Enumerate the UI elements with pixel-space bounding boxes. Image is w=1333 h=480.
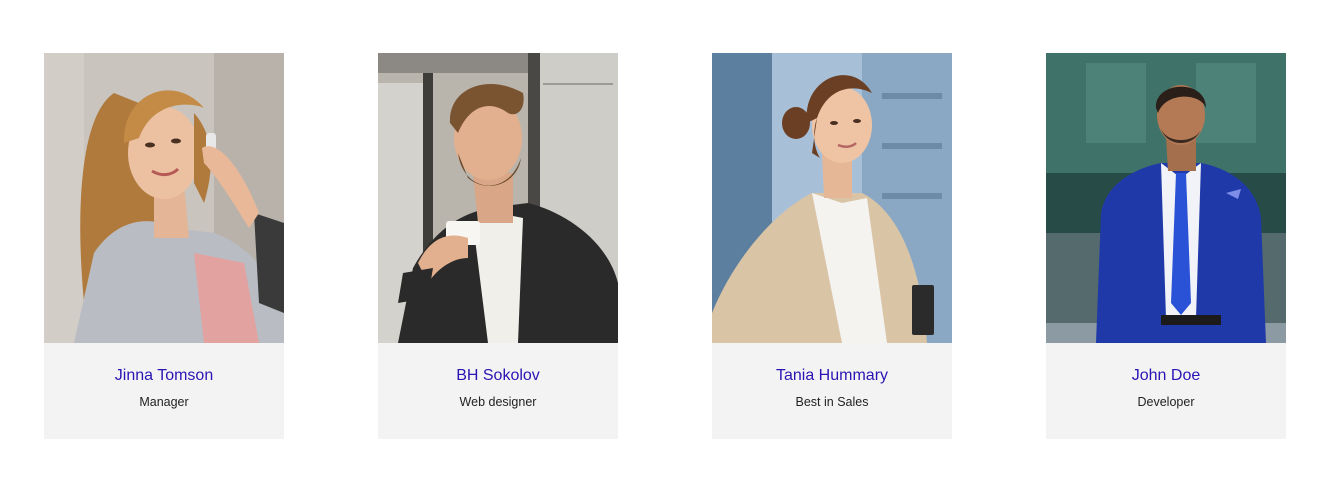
team-grid: Jinna Tomson Manager BH Sokolov Web desi… — [0, 0, 1333, 480]
member-info: Jinna Tomson Manager — [44, 343, 284, 439]
member-info: John Doe Developer — [1046, 343, 1286, 439]
member-role: Manager — [139, 395, 189, 409]
member-photo — [44, 53, 284, 343]
member-photo — [1046, 53, 1286, 343]
member-name-link[interactable]: Tania Hummary — [712, 367, 952, 385]
member-name-link[interactable]: Jinna Tomson — [44, 367, 284, 385]
member-name-link[interactable]: BH Sokolov — [378, 367, 618, 385]
member-role: Best in Sales — [795, 395, 869, 409]
team-member-card: Jinna Tomson Manager — [44, 53, 284, 439]
member-photo — [712, 53, 952, 343]
member-role: Developer — [1137, 395, 1195, 409]
team-member-card: Tania Hummary Best in Sales — [712, 53, 952, 439]
member-info: Tania Hummary Best in Sales — [712, 343, 952, 439]
member-info: BH Sokolov Web designer — [378, 343, 618, 439]
team-member-card: BH Sokolov Web designer — [378, 53, 618, 439]
member-role: Web designer — [459, 395, 537, 409]
member-name-link[interactable]: John Doe — [1046, 367, 1286, 385]
team-member-card: John Doe Developer — [1046, 53, 1286, 439]
member-photo — [378, 53, 618, 343]
